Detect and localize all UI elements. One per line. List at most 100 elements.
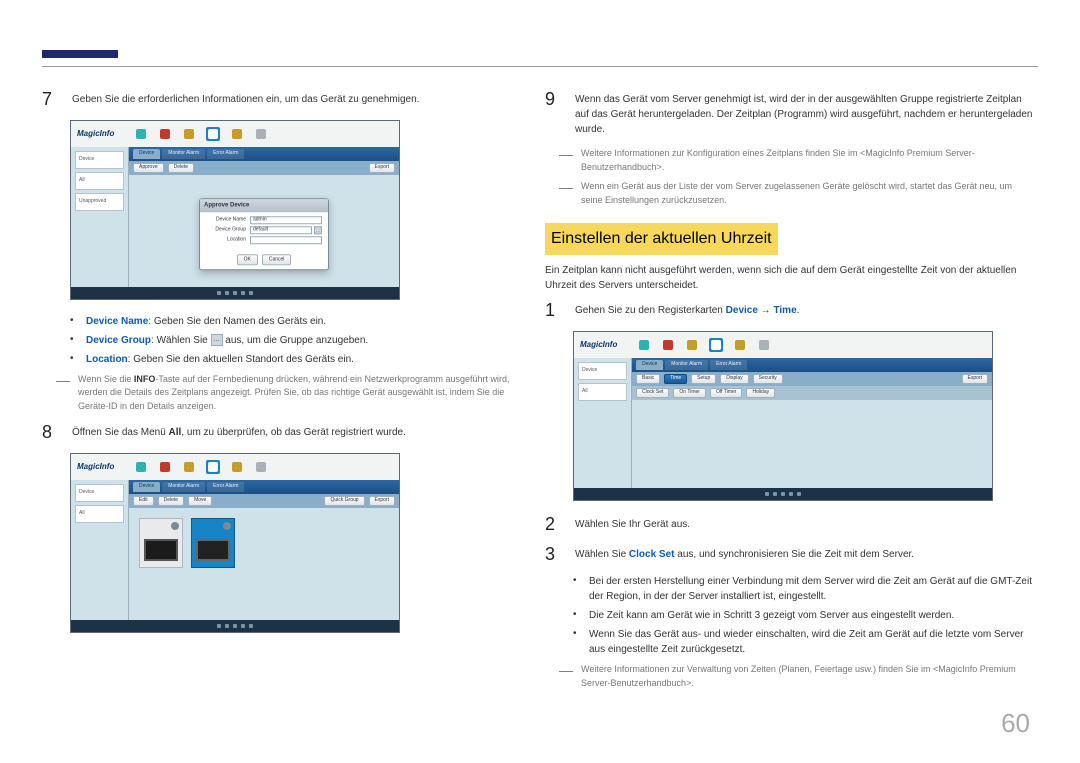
sidebar-item: Unapproved <box>75 193 124 211</box>
dash-icon: ― <box>56 373 70 414</box>
screenshot-time: MagicInfo Device All Device Monitor Alar… <box>573 331 993 501</box>
device-icon <box>206 460 220 474</box>
tab-monitor: Monitor Alarm <box>162 149 205 159</box>
right-column: 9 Wenn das Gerät vom Server genehmigt is… <box>545 90 1035 696</box>
device-icon <box>709 338 723 352</box>
stats-icon <box>254 127 268 141</box>
section-heading-time: Einstellen der aktuellen Uhrzeit <box>545 223 778 255</box>
app-logo: MagicInfo <box>77 128 114 140</box>
toolbar-button: Export <box>369 163 395 173</box>
user-icon <box>230 127 244 141</box>
screenshot-8: MagicInfo Device All Device Monitor Alar… <box>70 453 400 633</box>
dialog-input-location <box>250 236 322 244</box>
bullet-devicegroup: • Device Group: Wählen Sie … aus, um die… <box>70 333 512 348</box>
dialog-label-devicename: Device Name <box>206 216 250 224</box>
user-icon <box>733 338 747 352</box>
settings-icon <box>182 460 196 474</box>
subtab: Display <box>720 374 748 384</box>
toolbar-button: Off Timer <box>710 388 742 398</box>
user-icon <box>230 460 244 474</box>
step-7-text: Geben Sie die erforderlichen Information… <box>72 90 512 110</box>
sidebar-item: All <box>578 383 627 401</box>
sub-bullet-reset: • Wenn Sie das Gerät aus- und wieder ein… <box>573 627 1035 657</box>
app-logo: MagicInfo <box>77 461 114 473</box>
step-number: 1 <box>545 301 563 321</box>
bullet-icon: • <box>70 314 78 329</box>
section-intro: Ein Zeitplan kann nicht ausgeführt werde… <box>545 263 1035 293</box>
screenshot-topbar: MagicInfo <box>71 121 399 147</box>
sidebar-item: All <box>75 172 124 190</box>
subtab: Basic <box>636 374 660 384</box>
step-9: 9 Wenn das Gerät vom Server genehmigt is… <box>545 90 1035 137</box>
bullet-devicename: • Device Name: Geben Sie den Namen des G… <box>70 314 512 329</box>
dialog-label-devicegroup: Device Group <box>206 226 250 234</box>
toolbar-button: Export <box>962 374 988 384</box>
dash-icon: ― <box>559 180 573 207</box>
sidebar-item: Device <box>578 362 627 380</box>
step-2-time: 2 Wählen Sie Ihr Gerät aus. <box>545 515 1035 535</box>
header-rule <box>42 66 1038 67</box>
tab-error: Error Alarm <box>207 482 244 492</box>
power-icon <box>223 522 231 530</box>
settings-icon <box>182 127 196 141</box>
toolbar-button: Export <box>369 496 395 506</box>
device-screen-icon <box>196 539 230 561</box>
toolbar-button: Delete <box>168 163 194 173</box>
tab-error: Error Alarm <box>710 360 747 370</box>
schedule-icon <box>158 460 172 474</box>
sidebar-item: Device <box>75 484 124 502</box>
bullet-icon: • <box>573 574 581 604</box>
step-number: 3 <box>545 545 563 565</box>
step-1-time: 1 Gehen Sie zu den Registerkarten Device… <box>545 301 1035 321</box>
step-number: 9 <box>545 90 563 137</box>
power-icon <box>171 522 179 530</box>
note-time-management: ― Weitere Informationen zur Verwaltung v… <box>559 663 1035 690</box>
label-devicegroup: Device Group <box>86 335 151 346</box>
step-7: 7 Geben Sie die erforderlichen Informati… <box>42 90 512 110</box>
left-column: 7 Geben Sie die erforderlichen Informati… <box>42 90 512 647</box>
dash-icon: ― <box>559 663 573 690</box>
nav-device: Device <box>726 305 758 316</box>
tab-error: Error Alarm <box>207 149 244 159</box>
toolbar-button: Edit <box>133 496 154 506</box>
step-number: 7 <box>42 90 60 110</box>
nav-time: Time <box>773 305 796 316</box>
tab-monitor: Monitor Alarm <box>665 360 708 370</box>
toolbar-button: Approve <box>133 163 164 173</box>
device-tile-selected <box>191 518 235 568</box>
subtab: Setup <box>691 374 716 384</box>
approve-dialog: Approve Device Device Name admin Device … <box>199 198 329 271</box>
label-location: Location <box>86 354 128 365</box>
sub-bullet-gmt: • Bei der ersten Herstellung einer Verbi… <box>573 574 1035 604</box>
step-number: 8 <box>42 423 60 443</box>
dialog-label-location: Location <box>206 236 250 244</box>
settings-icon <box>685 338 699 352</box>
content-icon <box>637 338 651 352</box>
bullet-icon: • <box>70 352 78 367</box>
info-key: INFO <box>134 374 156 384</box>
schedule-icon <box>158 127 172 141</box>
sidebar-item: Device <box>75 151 124 169</box>
toolbar-button: Move <box>188 496 212 506</box>
sub-bullet-step3: • Die Zeit kann am Gerät wie in Schritt … <box>573 608 1035 623</box>
label-devicename: Device Name <box>86 316 148 327</box>
dialog-ok-button: OK <box>237 254 258 266</box>
tab-monitor: Monitor Alarm <box>162 482 205 492</box>
toolbar-button: Holiday <box>746 388 775 398</box>
device-screen-icon <box>144 539 178 561</box>
page-number: 60 <box>1001 704 1030 743</box>
app-logo: MagicInfo <box>580 339 617 351</box>
bullet-icon: • <box>573 608 581 623</box>
bullet-icon: • <box>573 627 581 657</box>
bullet-icon: • <box>70 333 78 348</box>
sidebar-item: All <box>75 505 124 523</box>
all-menu-name: All <box>169 427 182 438</box>
schedule-icon <box>661 338 675 352</box>
tab-device: Device <box>133 482 160 492</box>
dialog-input-devicename: admin <box>250 216 322 224</box>
bullet-location: • Location: Geben Sie den aktuellen Stan… <box>70 352 512 367</box>
subtab-time-active: Time <box>664 374 687 384</box>
toolbar-button: Delete <box>158 496 184 506</box>
content-icon <box>134 127 148 141</box>
step-9-text: Wenn das Gerät vom Server genehmigt ist,… <box>575 90 1035 137</box>
